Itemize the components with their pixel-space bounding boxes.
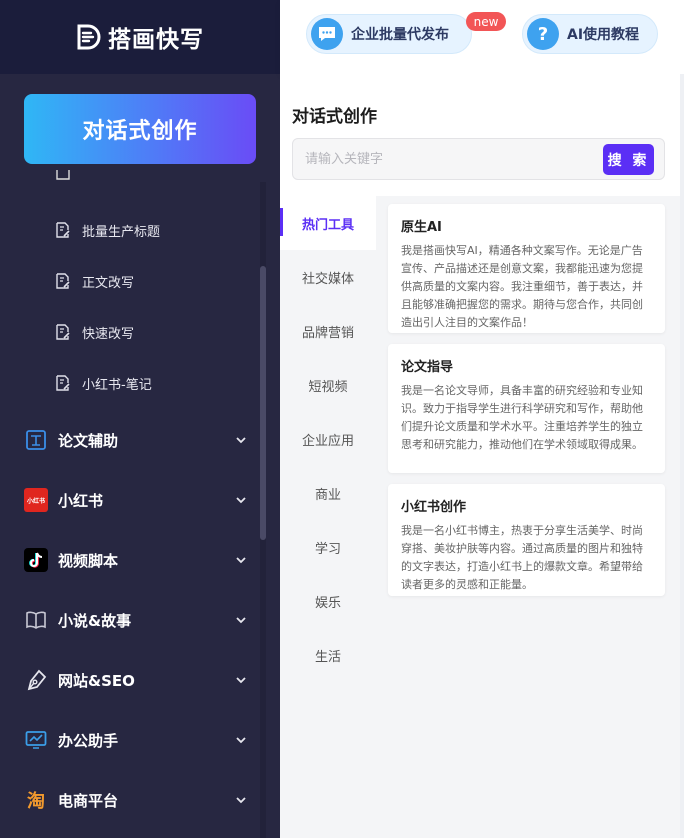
tab-short-video[interactable]: 短视频 [280,358,376,412]
sub-item-quick-rewrite[interactable]: 快速改写 [56,317,134,347]
menu-label: 视频脚本 [58,551,119,570]
sub-item-label: 正文改写 [82,275,135,291]
doc-edit-icon [56,222,70,238]
tab-entertainment[interactable]: 娱乐 [280,574,376,628]
search-button[interactable]: 搜 索 [603,144,654,175]
dialog-create-button[interactable]: 对话式创作 [24,94,256,164]
card-title: 原生AI [401,220,442,235]
card-title: 论文指导 [401,360,454,375]
ai-tutorial-button[interactable]: ? AI使用教程 [522,14,658,54]
tool-cards: 原生AI 我是搭画快写AI，精通各种文案写作。无论是广告宣传、产品描述还是创意文… [376,196,680,838]
pen-icon [24,668,48,692]
taobao-icon: 淘 [24,788,48,812]
tool-card[interactable]: 论文指导 我是一名论文导师，具备丰富的研究经验和专业知识。致力于指导学生进行科学… [388,344,665,473]
scrollbar-edge [680,74,684,838]
menu-video-script[interactable]: 视频脚本 [24,544,246,576]
taobao-logo-text: 淘 [27,791,45,812]
sidebar-scroll-thumb[interactable] [260,266,266,540]
menu-xiaohongshu[interactable]: 小红书 小红书 [24,484,246,516]
paper-icon [24,428,48,452]
brand-name: 搭画快写 [108,27,204,53]
menu-ecommerce[interactable]: 淘 电商平台 [24,784,246,816]
chevron-down-icon [236,617,246,624]
monitor-icon [24,728,48,752]
brand-logo-icon [77,24,101,50]
tab-life[interactable]: 生活 [280,628,376,682]
tab-study[interactable]: 学习 [280,520,376,574]
card-description: 我是搭画快写AI，精通各种文案写作。无论是广告宣传、产品描述还是创意文案，我都能… [401,244,643,329]
new-badge: new [466,12,506,31]
doc-edit-icon [56,170,70,180]
search-input[interactable] [293,139,593,179]
sub-item-xhs-note[interactable]: 小红书-笔记 [56,368,152,398]
chevron-down-icon [236,497,246,504]
chat-bubble-icon [311,18,343,50]
menu-office-assistant[interactable]: 办公助手 [24,724,246,756]
tiktok-icon [24,548,48,572]
sub-item-label: 批量生产标题 [82,224,161,240]
bulk-publish-label: 企业批量代发布 [351,27,449,43]
chevron-down-icon [236,437,246,444]
sub-item-label: 小红书-笔记 [82,377,152,393]
xiaohongshu-logo-icon: 小红书 [24,488,48,512]
main-content: 对话式创作 搜 索 热门工具 社交媒体 品牌营销 短视频 企业应用 商业 学习 … [280,74,684,838]
page-title: 对话式创作 [292,107,377,127]
menu-novel-story[interactable]: 小说&故事 [24,604,246,636]
card-description: 我是一名小红书博主，热衷于分享生活美学、时尚穿搭、美妆护肤等内容。通过高质量的图… [401,524,643,591]
menu-paper-assist[interactable]: 论文辅助 [24,424,246,456]
card-title: 小红书创作 [401,500,467,515]
doc-edit-icon [56,375,70,391]
sub-item-rewrite[interactable]: 正文改写 [56,266,134,296]
search-box: 搜 索 [292,138,665,180]
tab-business[interactable]: 商业 [280,466,376,520]
chevron-down-icon [236,677,246,684]
menu-label: 论文辅助 [58,431,119,450]
menu-label: 办公助手 [58,731,119,750]
chevron-down-icon [236,557,246,564]
sub-item-partial [56,170,70,184]
help-icon: ? [527,18,559,50]
card-description: 我是一名论文导师，具备丰富的研究经验和专业知识。致力于指导学生进行科学研究和写作… [401,384,643,451]
top-bar: 企业批量代发布 new ? AI使用教程 [280,0,684,74]
doc-edit-icon [56,273,70,289]
brand-header[interactable]: 搭画快写 [0,0,280,74]
doc-edit-icon [56,324,70,340]
chevron-down-icon [236,737,246,744]
menu-label: 小说&故事 [58,611,132,630]
tool-card[interactable]: 小红书创作 我是一名小红书博主，热衷于分享生活美学、时尚穿搭、美妆护肤等内容。通… [388,484,665,596]
ai-tutorial-label: AI使用教程 [567,27,640,43]
tab-enterprise[interactable]: 企业应用 [280,412,376,466]
tab-hot-tools[interactable]: 热门工具 [280,196,376,250]
bulk-publish-button[interactable]: 企业批量代发布 [306,14,472,54]
tab-social-media[interactable]: 社交媒体 [280,250,376,304]
category-tabs: 热门工具 社交媒体 品牌营销 短视频 企业应用 商业 学习 娱乐 生活 [280,196,376,838]
xiaohongshu-logo-text: 小红书 [26,497,45,505]
sidebar: 搭画快写 对话式创作 批量生产标题 正文改写 快速改写 小红书-笔记 论文辅助 … [0,0,280,838]
tool-card[interactable]: 原生AI 我是搭画快写AI，精通各种文案写作。无论是广告宣传、产品描述还是创意文… [388,204,665,333]
tab-brand-marketing[interactable]: 品牌营销 [280,304,376,358]
sub-item-label: 快速改写 [82,326,135,342]
menu-label: 网站&SEO [58,671,135,690]
menu-label: 电商平台 [58,791,119,810]
menu-website-seo[interactable]: 网站&SEO [24,664,246,696]
book-icon [24,608,48,632]
chevron-down-icon [236,797,246,804]
menu-label: 小红书 [58,491,104,510]
sub-item-batch-title[interactable]: 批量生产标题 [56,215,160,245]
